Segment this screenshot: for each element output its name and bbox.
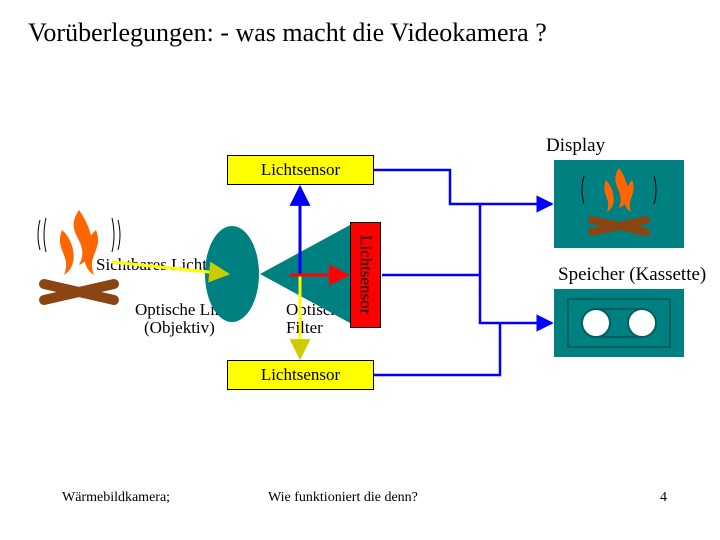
slide-title: Vorüberlegungen: - was macht die Videoka… [28,18,547,48]
footer-center: Wie funktioniert die denn? [268,490,418,506]
fire-source-icon [32,200,127,320]
prism-icon [260,225,350,323]
lichtsensor-bottom-text: Lichtsensor [261,365,340,385]
speicher-label: Speicher (Kassette) [558,264,706,286]
lichtsensor-top-box: Lichtsensor [227,155,374,185]
lichtsensor-right-text: Lichtsensor [356,235,376,314]
cassette-icon [554,289,684,357]
lichtsensor-bottom-box: Lichtsensor [227,360,374,390]
slide: Vorüberlegungen: - was macht die Videoka… [0,0,720,540]
display-fire-icon [554,160,684,248]
footer-page: 4 [660,490,667,506]
lens-icon [204,225,260,323]
footer-left: Wärmebildkamera; [62,490,170,506]
display-label: Display [546,135,605,157]
display-device [554,160,684,248]
cassette-device [554,289,684,357]
lichtsensor-top-text: Lichtsensor [261,160,340,180]
lichtsensor-right-box: Lichtsensor [350,222,381,328]
